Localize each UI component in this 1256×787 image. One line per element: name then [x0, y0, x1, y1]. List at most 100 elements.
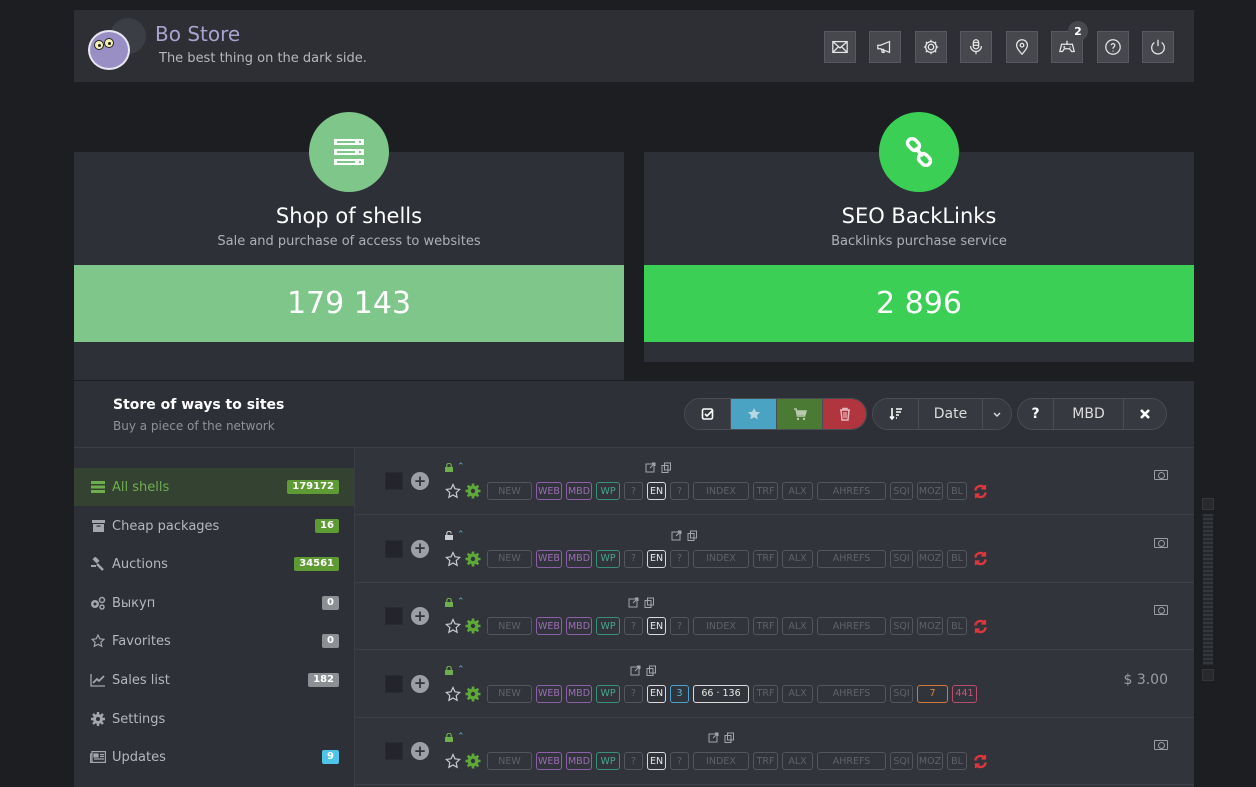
filter-help-button[interactable]: ? — [1018, 399, 1054, 429]
clear-filter-button[interactable] — [1124, 399, 1166, 429]
row-checkbox[interactable] — [385, 607, 403, 625]
settings-gear-icon[interactable] — [465, 686, 481, 702]
tag-unknown[interactable]: ? — [624, 482, 643, 500]
tag-wp[interactable]: WP — [596, 549, 620, 568]
settings-gear-icon[interactable] — [465, 618, 481, 634]
tag-ahrefs[interactable]: AHREFS — [817, 684, 886, 703]
megaphone-button[interactable] — [869, 31, 901, 63]
settings-gear-icon[interactable] — [465, 753, 481, 769]
tag-web[interactable]: WEB — [536, 752, 562, 770]
tag-trf[interactable]: TRF — [753, 684, 778, 703]
tag-web[interactable]: WEB — [536, 684, 562, 703]
sidebar-item-buyout[interactable]: Выкуп 0 — [74, 584, 354, 622]
tag-index-count[interactable]: ? — [670, 617, 689, 635]
tag-sqi[interactable]: SQI — [890, 684, 913, 703]
row-checkbox[interactable] — [385, 742, 403, 760]
tag-mbd[interactable]: MBD — [566, 482, 592, 500]
select-all-button[interactable] — [685, 399, 731, 429]
sidebar-item-favorites[interactable]: Favorites 0 — [74, 622, 354, 660]
scrollbar[interactable] — [1202, 498, 1214, 681]
refresh-icon[interactable] — [973, 484, 988, 499]
tag-language[interactable]: EN — [647, 752, 666, 770]
tag-mbd[interactable]: MBD — [566, 549, 592, 568]
tag-wp[interactable]: WP — [596, 617, 620, 635]
tag-ahrefs[interactable]: AHREFS — [817, 482, 886, 500]
tag-index-count[interactable]: ? — [670, 549, 689, 568]
sidebar-item-auctions[interactable]: Auctions 34561 — [74, 545, 354, 583]
filter-value[interactable]: MBD — [1054, 399, 1124, 429]
favorite-star-icon[interactable] — [445, 550, 461, 567]
settings-gear-icon[interactable] — [465, 551, 481, 567]
tag-index[interactable]: INDEX — [693, 482, 749, 500]
shop-of-shells-card[interactable]: Shop of shells Sale and purchase of acce… — [74, 112, 624, 380]
expand-button[interactable]: + — [411, 742, 429, 760]
tag-moz[interactable]: MOZ — [917, 617, 943, 635]
external-link-icon[interactable] — [671, 530, 697, 542]
tag-new[interactable]: NEW — [487, 617, 532, 635]
expand-button[interactable]: + — [411, 539, 429, 558]
row-checkbox[interactable] — [385, 674, 403, 693]
tag-unknown[interactable]: ? — [624, 752, 643, 770]
favorite-button[interactable] — [731, 399, 777, 429]
tag-alx[interactable]: ALX — [782, 482, 813, 500]
favorite-star-icon[interactable] — [445, 685, 461, 702]
tag-bl[interactable]: 441 — [952, 684, 977, 703]
tag-sqi[interactable]: SQI — [890, 482, 913, 500]
tag-alx[interactable]: ALX — [782, 684, 813, 703]
logo[interactable] — [88, 18, 146, 74]
tag-wp[interactable]: WP — [596, 752, 620, 770]
tag-language[interactable]: EN — [647, 482, 666, 500]
sidebar-item-cheap-packages[interactable]: Cheap packages 16 — [74, 507, 354, 545]
tag-alx[interactable]: ALX — [782, 752, 813, 770]
tag-web[interactable]: WEB — [536, 549, 562, 568]
tag-unknown[interactable]: ? — [624, 617, 643, 635]
sort-direction-button[interactable] — [873, 399, 919, 429]
sidebar-item-settings[interactable]: Settings — [74, 700, 354, 738]
seo-backlinks-card[interactable]: SEO BackLinks Backlinks purchase service… — [644, 112, 1194, 362]
location-button[interactable] — [1005, 31, 1038, 63]
tag-mbd[interactable]: MBD — [566, 684, 592, 703]
tag-sqi[interactable]: SQI — [890, 549, 913, 568]
tag-index[interactable]: INDEX — [693, 617, 749, 635]
tag-unknown[interactable]: ? — [624, 549, 643, 568]
tag-moz[interactable]: 7 — [917, 684, 948, 703]
scroll-up-button[interactable] — [1202, 498, 1214, 510]
sidebar-item-sales-list[interactable]: Sales list 182 — [74, 661, 354, 699]
tag-moz[interactable]: MOZ — [917, 482, 943, 500]
tag-new[interactable]: NEW — [487, 549, 532, 568]
scroll-track[interactable] — [1203, 514, 1213, 665]
tag-sqi[interactable]: SQI — [890, 617, 913, 635]
settings-gear-icon[interactable] — [465, 483, 481, 499]
sort-field-select[interactable]: Date — [919, 399, 983, 429]
tag-wp[interactable]: WP — [596, 684, 620, 703]
tag-index[interactable]: INDEX — [693, 752, 749, 770]
external-link-icon[interactable] — [708, 732, 734, 744]
tag-index[interactable]: INDEX — [693, 549, 749, 568]
expand-button[interactable]: + — [411, 607, 429, 625]
tag-bl[interactable]: BL — [947, 482, 967, 500]
tag-bl[interactable]: BL — [947, 549, 967, 568]
external-link-icon[interactable] — [628, 597, 654, 609]
tag-unknown[interactable]: ? — [624, 684, 643, 703]
tag-ahrefs[interactable]: AHREFS — [817, 617, 886, 635]
tag-language[interactable]: EN — [647, 617, 666, 635]
expand-button[interactable]: + — [411, 674, 429, 693]
tag-index-count[interactable]: 3 — [670, 684, 689, 703]
tag-sqi[interactable]: SQI — [890, 752, 913, 770]
row-checkbox[interactable] — [385, 472, 403, 490]
tag-ahrefs[interactable]: AHREFS — [817, 549, 886, 568]
refresh-icon[interactable] — [973, 551, 988, 566]
tag-mbd[interactable]: MBD — [566, 617, 592, 635]
delete-button[interactable] — [823, 399, 866, 429]
tag-alx[interactable]: ALX — [782, 617, 813, 635]
logout-button[interactable] — [1142, 31, 1174, 63]
tag-new[interactable]: NEW — [487, 482, 532, 500]
mail-button[interactable] — [823, 31, 856, 63]
tag-trf[interactable]: TRF — [753, 482, 778, 500]
tag-index[interactable]: 66 · 136 — [693, 684, 749, 703]
tag-mbd[interactable]: MBD — [566, 752, 592, 770]
help-button[interactable] — [1096, 31, 1129, 63]
refresh-icon[interactable] — [973, 754, 988, 769]
tag-index-count[interactable]: ? — [670, 752, 689, 770]
tag-trf[interactable]: TRF — [753, 752, 778, 770]
